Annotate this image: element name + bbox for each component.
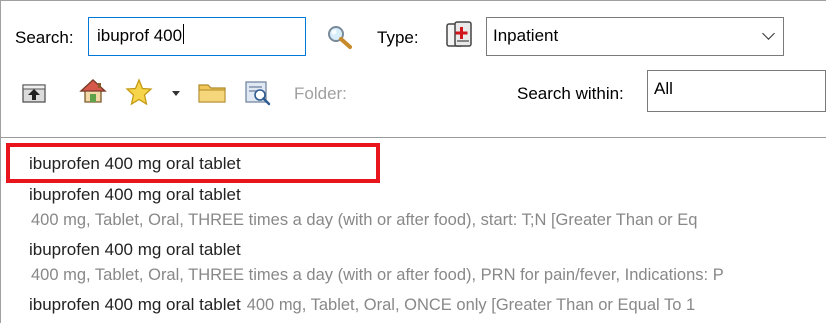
type-label: Type: — [377, 28, 419, 47]
result-item-detail[interactable]: 400 mg, Tablet, Oral, THREE times a day … — [31, 266, 724, 285]
search-within-select[interactable]: All — [647, 70, 826, 112]
result-item-title[interactable]: ibuprofen 400 mg oral tablet — [29, 185, 241, 205]
medication-icon — [444, 21, 474, 54]
type-select-value: Inpatient — [493, 26, 559, 45]
text-caret — [183, 24, 185, 44]
search-within-label: Search within: — [517, 84, 624, 103]
result-item-title[interactable]: ibuprofen 400 mg oral tablet — [29, 240, 241, 260]
results-divider — [0, 137, 826, 138]
result-item-detail[interactable]: 400 mg, Tablet, Oral, THREE times a day … — [31, 211, 697, 230]
type-select[interactable]: Inpatient — [486, 17, 784, 56]
search-input-value: ibuprof 400 — [97, 26, 183, 45]
frame-border-top — [0, 0, 826, 1]
search-within-value: All — [654, 79, 673, 98]
search-input[interactable]: ibuprof 400 — [88, 17, 306, 56]
order-search-panel: Search: ibuprof 400 Type: Inpatient Fold… — [0, 0, 826, 323]
highlight-box — [6, 143, 380, 183]
folder-label: Folder: — [294, 84, 347, 103]
search-folder-icon[interactable] — [243, 78, 273, 111]
frame-border-left — [0, 0, 1, 323]
search-label: Search: — [15, 28, 74, 47]
result-item-title: ibuprofen 400 mg oral tablet — [29, 295, 241, 314]
up-folder-icon[interactable] — [22, 82, 48, 109]
result-item-row[interactable]: ibuprofen 400 mg oral tablet 400 mg, Tabl… — [29, 295, 695, 315]
star-icon[interactable] — [124, 78, 154, 111]
home-icon[interactable] — [79, 78, 107, 109]
result-item-detail: 400 mg, Tablet, Oral, ONCE only [Greater… — [246, 296, 696, 314]
folder-icon[interactable] — [197, 80, 227, 109]
chevron-down-icon — [762, 27, 775, 40]
magnifier-icon[interactable] — [326, 24, 354, 55]
dropdown-arrow-icon[interactable] — [171, 85, 181, 103]
